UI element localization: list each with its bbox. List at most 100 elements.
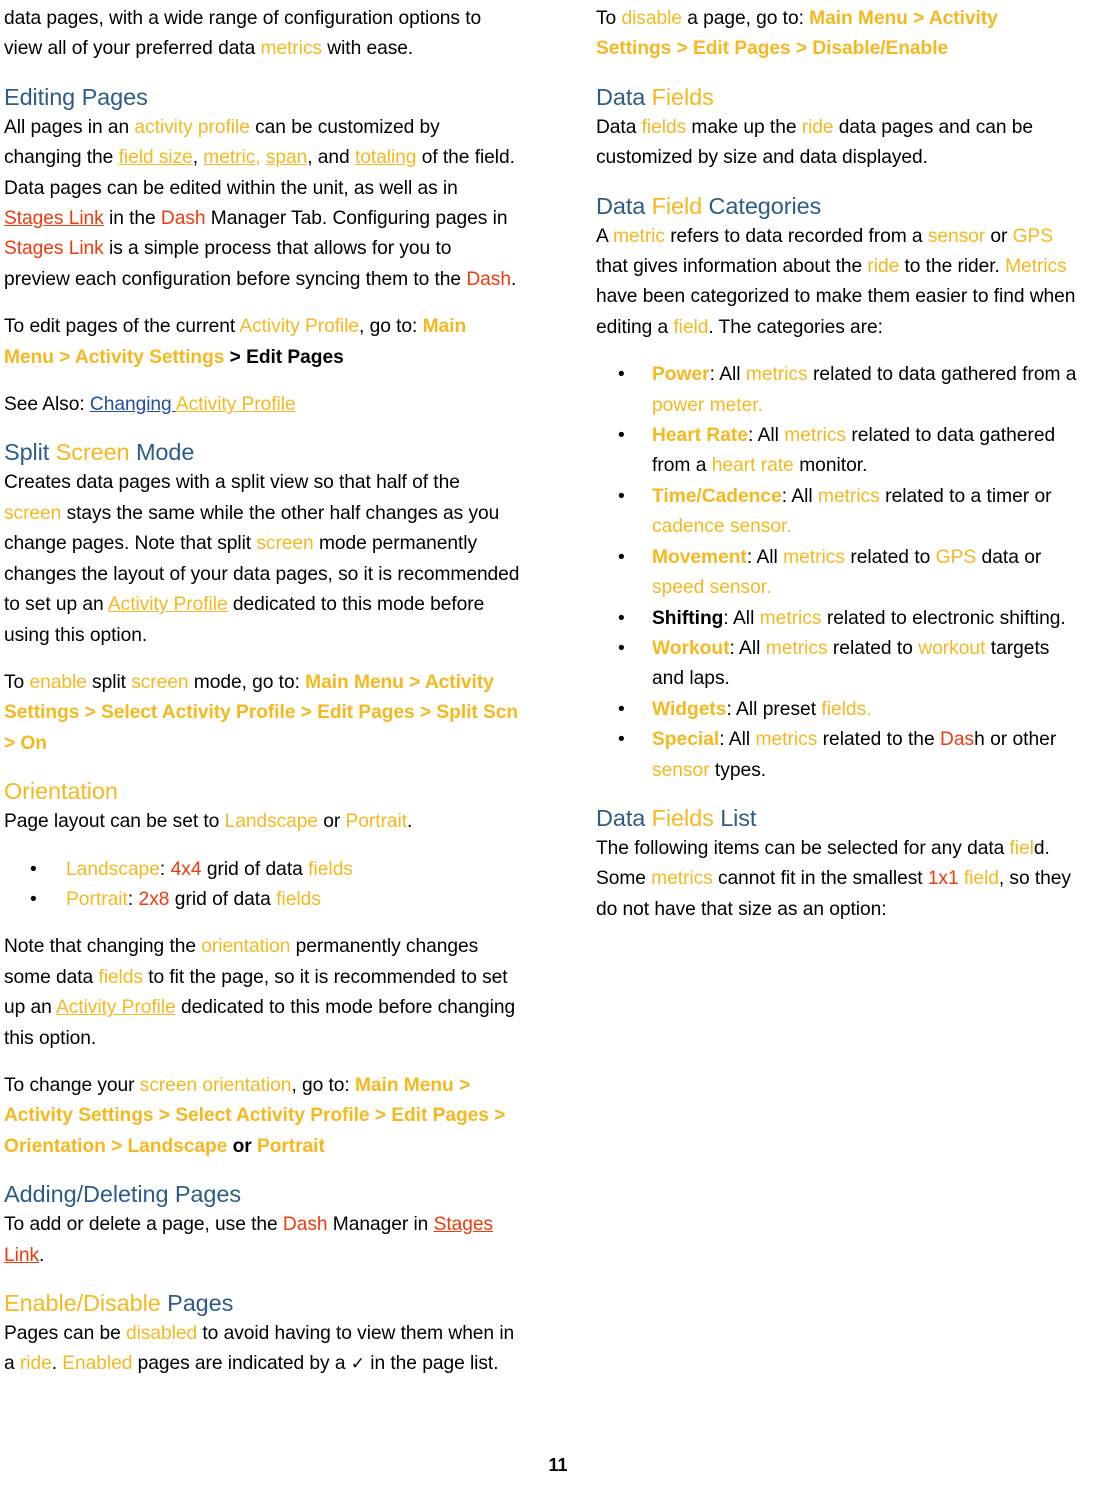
ssp-mid-1: split bbox=[86, 671, 132, 693]
ed-text-3: . bbox=[51, 1353, 63, 1375]
epp-mid: , go to: bbox=[359, 316, 423, 338]
term-orientation: orientation bbox=[201, 936, 291, 958]
category-text-run: related to bbox=[827, 637, 919, 659]
link-activity-profile-ss[interactable]: Activity Profile bbox=[108, 594, 228, 615]
heading-word-data-2: Data bbox=[596, 192, 646, 219]
page-number: 11 bbox=[548, 1455, 568, 1475]
link-activity-profile-on[interactable]: Activity Profile bbox=[56, 997, 176, 1018]
category-text-run: workout bbox=[918, 637, 986, 659]
category-label: Movement bbox=[652, 546, 747, 568]
bullet-tail: fields bbox=[308, 858, 353, 880]
dfl-text-3: cannot fit in the smallest bbox=[712, 868, 928, 890]
category-text-run: data or bbox=[976, 546, 1042, 568]
dfc-text-7: . The categories are: bbox=[708, 316, 883, 338]
heading-data-fields-list: Data Fields List bbox=[596, 803, 1078, 833]
heading-split-screen-mode: Split Screen Mode bbox=[4, 437, 520, 467]
category-label: Shifting bbox=[652, 607, 724, 629]
list-item: • Heart Rate: All metrics related to data… bbox=[596, 421, 1078, 482]
heading-data-fields: Data Fields bbox=[596, 82, 1078, 112]
link-activity-profile[interactable]: Activity Profile bbox=[176, 394, 296, 415]
bullet-mid: grid of data bbox=[169, 888, 277, 910]
heading-word-pages: Pages bbox=[75, 83, 148, 110]
edit-pages-path: To edit pages of the current Activity Pr… bbox=[4, 312, 520, 373]
orientation-body: Page layout can be set to Landscape or P… bbox=[4, 807, 520, 837]
ssp-mid-2: mode, go to: bbox=[188, 671, 306, 693]
category-text-run: metrics bbox=[755, 729, 818, 751]
category-text-run: related to a timer or bbox=[879, 485, 1052, 507]
category-bullet-list: • Power: All metrics related to data gath… bbox=[596, 360, 1078, 786]
on-text-1: Note that changing the bbox=[4, 936, 202, 958]
term-ride-3: ride bbox=[867, 256, 900, 278]
adding-deleting-body: To add or delete a page, use the Dash Ma… bbox=[4, 1210, 520, 1271]
see-also-lead: See Also: bbox=[4, 394, 90, 416]
bullet-tail: fields bbox=[276, 888, 321, 910]
bullet-icon: • bbox=[618, 546, 625, 568]
heading-enable-disable-pages: Enable/Disable Pages bbox=[4, 1288, 520, 1318]
term-metric-2: metric bbox=[612, 225, 665, 247]
term-screen-orientation: screen orientation bbox=[139, 1074, 292, 1096]
heading-editing-pages: Editing Pages bbox=[4, 82, 520, 112]
category-text-run: related to bbox=[844, 546, 936, 568]
category-label: Special bbox=[652, 729, 720, 751]
bullet-icon: • bbox=[618, 637, 625, 659]
list-item: • Portrait: 2x8 grid of data fields bbox=[4, 885, 520, 915]
heading-word-field: Field bbox=[645, 192, 703, 219]
heading-word-adding-deleting: Adding/Deleting Pages bbox=[4, 1181, 241, 1208]
link-metric[interactable]: metric, bbox=[203, 147, 260, 168]
menu-path-black: > Edit Pages bbox=[224, 346, 344, 368]
heading-word-data-3: Data bbox=[596, 804, 646, 831]
term-fields-2: fields bbox=[641, 116, 687, 138]
list-item: • Power: All metrics related to data gath… bbox=[596, 360, 1078, 421]
category-text-run: metrics bbox=[783, 546, 845, 568]
left-column: data pages, with a wide range of configu… bbox=[0, 0, 520, 1380]
list-item: • Landscape: 4x4 grid of data fields bbox=[4, 855, 520, 885]
op-mid: , go to: bbox=[291, 1074, 355, 1096]
category-text-run: power meter. bbox=[652, 394, 763, 416]
or-text-3: . bbox=[407, 811, 413, 833]
link-field-size[interactable]: field size bbox=[119, 147, 193, 168]
heading-word-editing: Editing bbox=[4, 83, 76, 110]
category-text-run: metrics bbox=[765, 637, 828, 659]
term-disable: disable bbox=[621, 8, 682, 29]
term-enabled: Enabled bbox=[62, 1353, 133, 1375]
category-text-run: : All bbox=[723, 607, 760, 629]
epp-lead: To edit pages of the current bbox=[4, 316, 240, 338]
or-text-2: or bbox=[318, 811, 346, 833]
orientation-note: Note that changing the orientation perma… bbox=[4, 932, 520, 1054]
category-text-run: : All bbox=[781, 485, 819, 507]
term-dash-2: Dash bbox=[466, 268, 511, 290]
orientation-bullet-list: • Landscape: 4x4 grid of data fields • Por… bbox=[4, 855, 520, 916]
category-text-run: heart rate bbox=[711, 455, 794, 477]
term-ride: ride bbox=[19, 1353, 52, 1375]
category-label: Power bbox=[652, 364, 710, 386]
category-text-run: metrics bbox=[745, 364, 808, 386]
intro-line2-end: with ease. bbox=[321, 38, 414, 60]
term-landscape: Landscape bbox=[224, 811, 319, 833]
link-changing[interactable]: Changing bbox=[90, 394, 176, 415]
data-fields-list-body: The following items can be selected for … bbox=[596, 834, 1078, 925]
dp-mid: a page, go to: bbox=[681, 8, 810, 29]
list-item: • Special: All metrics related to the Das… bbox=[596, 725, 1078, 786]
link-span[interactable]: span bbox=[266, 147, 307, 168]
ep-text-4: in the bbox=[103, 208, 161, 230]
df-text-2: make up the bbox=[686, 116, 802, 138]
bullet-icon: • bbox=[618, 425, 625, 447]
term-screen-1: screen bbox=[4, 502, 62, 524]
term-portrait: Portrait bbox=[345, 811, 408, 833]
dfc-text-5: to the rider. bbox=[899, 256, 1006, 278]
disable-page-path: To disable a page, go to: Main Menu > Ac… bbox=[596, 4, 1078, 65]
link-totaling[interactable]: totaling bbox=[355, 147, 417, 168]
term-screen-3: screen bbox=[131, 671, 189, 693]
link-stages-link-1[interactable]: Stages Link bbox=[4, 208, 104, 229]
df-text-1: Data bbox=[596, 116, 642, 138]
split-screen-body: Creates data pages with a split view so … bbox=[4, 468, 520, 650]
bullet-icon: • bbox=[30, 888, 37, 910]
term-field: field bbox=[673, 316, 709, 338]
category-text-run: cadence sensor. bbox=[652, 516, 792, 538]
ad-text-3: . bbox=[39, 1244, 45, 1266]
intro-line1: data pages, with a wide range of configu… bbox=[4, 8, 460, 29]
dp-lead: To bbox=[596, 8, 622, 29]
category-text-run: monitor. bbox=[793, 455, 868, 477]
category-text-run: metrics bbox=[759, 607, 822, 629]
enable-disable-body: Pages can be disabled to avoid having to… bbox=[4, 1319, 520, 1380]
